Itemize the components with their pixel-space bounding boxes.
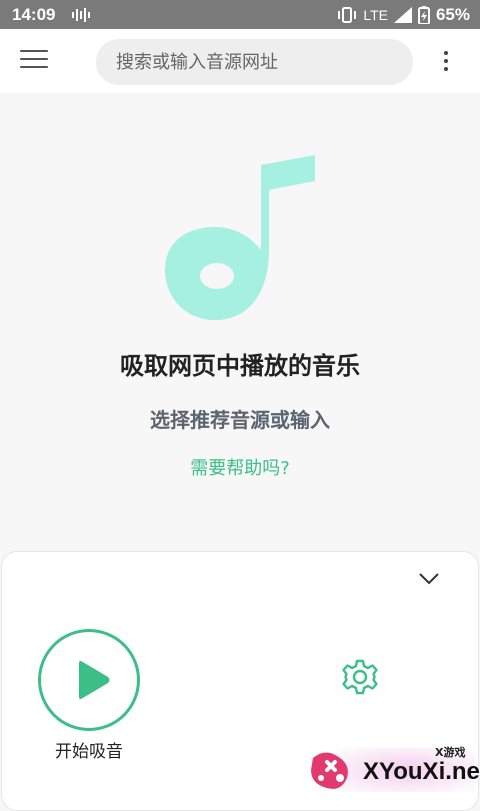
gear-icon[interactable] xyxy=(341,658,379,696)
music-note-icon xyxy=(165,155,320,320)
app-bar xyxy=(0,29,480,93)
status-right-group: LTE 65% xyxy=(337,5,470,25)
status-time: 14:09 xyxy=(12,5,56,24)
play-icon xyxy=(79,661,110,699)
watermark: X游戏 XYouXi.net xyxy=(305,740,480,800)
status-bar: 14:09 LTE 65% xyxy=(0,0,480,29)
page-subtitle: 选择推荐音源或输入 xyxy=(150,408,330,432)
hamburger-menu-icon[interactable] xyxy=(20,50,48,72)
page-title: 吸取网页中播放的音乐 xyxy=(120,352,360,380)
network-type: LTE xyxy=(363,7,388,23)
gamepad-logo-icon xyxy=(311,752,348,789)
start-capture-button[interactable] xyxy=(38,629,140,731)
signal-icon xyxy=(393,7,412,23)
start-capture-label: 开始吸音 xyxy=(55,742,123,762)
help-link[interactable]: 需要帮助吗? xyxy=(0,454,480,480)
audio-wave-icon xyxy=(72,8,90,22)
search-input[interactable] xyxy=(96,39,413,85)
more-vert-icon[interactable] xyxy=(436,51,456,73)
watermark-text: XYouXi.net xyxy=(363,758,480,785)
battery-charging-icon xyxy=(417,6,430,24)
battery-percent: 65% xyxy=(435,5,470,24)
chevron-down-icon[interactable] xyxy=(418,572,440,586)
vibrate-icon xyxy=(338,7,357,23)
